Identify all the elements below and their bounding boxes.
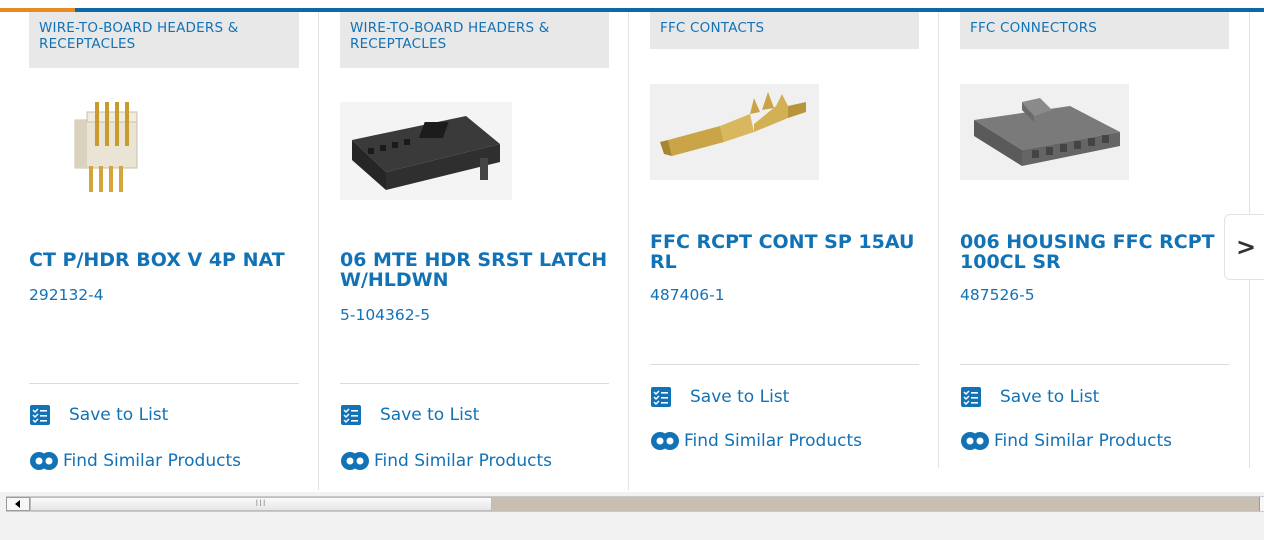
horizontal-scrollbar[interactable]: III [6,496,1264,512]
chevron-right-icon: > [1235,233,1257,261]
product-name[interactable]: FFC RCPT CONT SP 15AU RL [650,232,928,272]
save-to-list-label: Save to List [1000,387,1100,407]
product-category[interactable]: FFC CONTACTS [650,12,919,49]
ffc-housing-image[interactable] [960,84,1129,180]
product-name[interactable]: 06 MTE HDR SRST LATCH W/HLDWN [340,250,618,290]
gears-icon [650,430,680,452]
divider [650,364,919,365]
product-carousel: WIRE-TO-BOARD HEADERS & RECEPTACLES CT P… [0,0,1264,492]
product-category[interactable]: FFC CONNECTORS [960,12,1229,49]
product-name[interactable]: 006 HOUSING FFC RCPT 100CL SR [960,232,1239,272]
product-category[interactable]: WIRE-TO-BOARD HEADERS & RECEPTACLES [340,12,609,68]
find-similar-products-button[interactable]: Find Similar Products [340,450,552,472]
find-similar-label: Find Similar Products [684,431,862,451]
carousel-next-button[interactable]: > [1224,214,1264,280]
part-number[interactable]: 5-104362-5 [340,306,430,324]
checklist-icon [29,404,51,426]
gears-icon [960,430,990,452]
save-to-list-button[interactable]: Save to List [960,386,1099,408]
find-similar-label: Find Similar Products [374,451,552,471]
save-to-list-label: Save to List [690,387,790,407]
find-similar-products-button[interactable]: Find Similar Products [29,450,241,472]
save-to-list-label: Save to List [69,405,169,425]
checklist-icon [340,404,362,426]
find-similar-products-button[interactable]: Find Similar Products [960,430,1172,452]
find-similar-label: Find Similar Products [994,431,1172,451]
product-category[interactable]: WIRE-TO-BOARD HEADERS & RECEPTACLES [29,12,299,68]
part-number[interactable]: 487406-1 [650,286,725,304]
divider [340,383,609,384]
product-card: FFC CONNECTORS 006 HOUSING FFC RCPT 100C… [960,12,1250,468]
scroll-left-button[interactable] [6,497,30,511]
scroll-grip: III [255,499,267,509]
pin-header-image[interactable] [59,98,159,198]
save-to-list-button[interactable]: Save to List [29,404,168,426]
product-card: FFC CONTACTS FFC RCPT CONT SP 15AU RL 48… [650,12,939,468]
arrow-left-icon [15,500,20,508]
part-number[interactable]: 487526-5 [960,286,1035,304]
divider [960,364,1229,365]
product-card: WIRE-TO-BOARD HEADERS & RECEPTACLES 06 M… [340,12,629,490]
product-name[interactable]: CT P/HDR BOX V 4P NAT [29,250,308,270]
save-to-list-label: Save to List [380,405,480,425]
scroll-right-button[interactable] [1259,497,1264,511]
gears-icon [340,450,370,472]
find-similar-label: Find Similar Products [63,451,241,471]
save-to-list-button[interactable]: Save to List [340,404,479,426]
latch-header-image[interactable] [340,102,512,200]
gears-icon [29,450,59,472]
part-number[interactable]: 292132-4 [29,286,104,304]
find-similar-products-button[interactable]: Find Similar Products [650,430,862,452]
scroll-track[interactable] [492,497,1262,511]
checklist-icon [650,386,672,408]
save-to-list-button[interactable]: Save to List [650,386,789,408]
divider [29,383,299,384]
crimp-contact-image[interactable] [650,84,819,180]
checklist-icon [960,386,982,408]
scroll-thumb[interactable]: III [30,497,492,511]
product-card: WIRE-TO-BOARD HEADERS & RECEPTACLES CT P… [29,12,319,490]
